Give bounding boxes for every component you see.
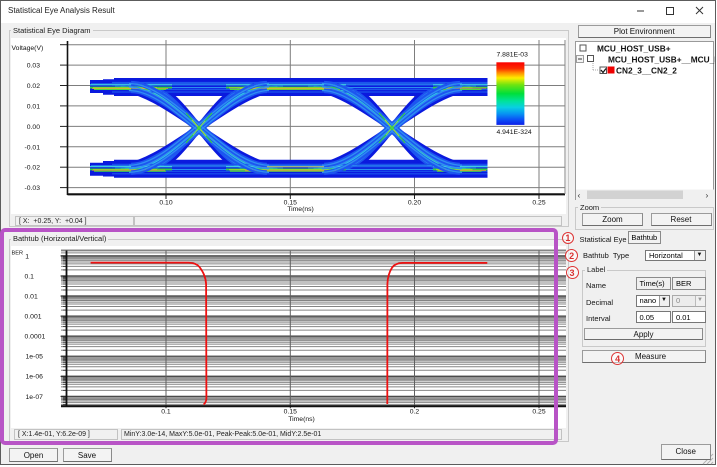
svg-text:‹: ‹ — [577, 190, 580, 200]
svg-text:0.03: 0.03 — [27, 63, 40, 70]
svg-text:0.01: 0.01 — [27, 103, 40, 110]
svg-text:MCU_HOST_USB+__MCU_HO: MCU_HOST_USB+__MCU_HO — [608, 54, 715, 64]
svg-text:0.25: 0.25 — [532, 200, 545, 207]
svg-text:4.941E-324: 4.941E-324 — [497, 129, 532, 136]
svg-text:Time(ns): Time(ns) — [287, 206, 314, 213]
svg-text:MCU_HOST_USB+: MCU_HOST_USB+ — [597, 43, 671, 53]
svg-text:0.00: 0.00 — [27, 124, 40, 131]
svg-text:7.881E-03: 7.881E-03 — [497, 52, 529, 59]
svg-text:-0.02: -0.02 — [25, 165, 41, 172]
svg-text:-0.01: -0.01 — [25, 144, 41, 151]
svg-text:›: › — [705, 190, 708, 200]
svg-text:0.20: 0.20 — [408, 200, 421, 207]
svg-text:Voltage(V): Voltage(V) — [12, 45, 44, 52]
svg-text:-0.03: -0.03 — [25, 185, 41, 192]
svg-text:0.10: 0.10 — [159, 200, 172, 207]
svg-text:0.02: 0.02 — [27, 83, 40, 90]
svg-text:CN2_3__CN2_2: CN2_3__CN2_2 — [616, 65, 677, 75]
